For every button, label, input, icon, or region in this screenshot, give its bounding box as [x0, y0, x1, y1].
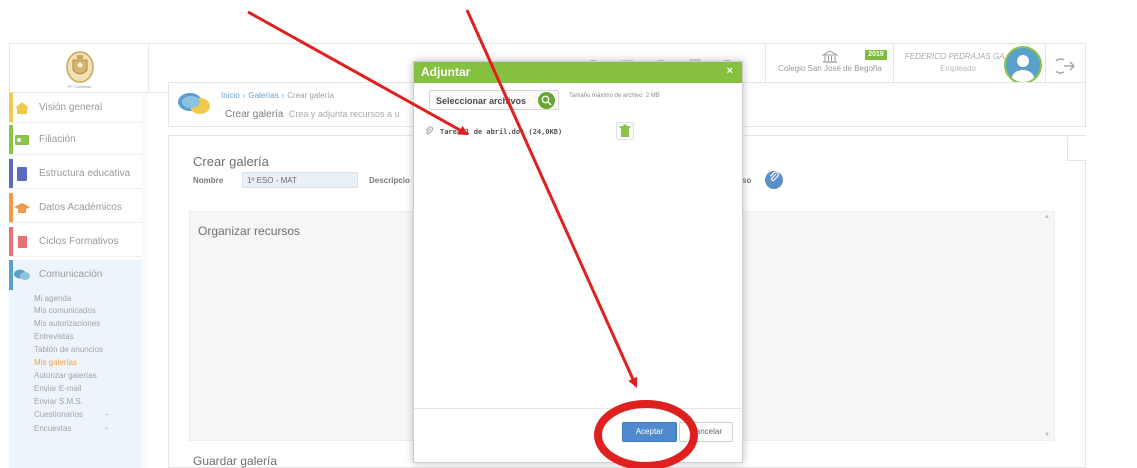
- submenu-cuestionarios[interactable]: Cuestionarios: [34, 410, 83, 419]
- chat-bubbles-icon: [178, 93, 210, 114]
- select-files-label: Seleccionar archivos: [436, 96, 527, 106]
- dialog-title: Adjuntar: [421, 65, 471, 79]
- screenshot-stage: PP Colinistas ? 2019 Colegio San José de…: [0, 0, 1137, 468]
- max-file-size-note: Tamaño máximo de archivo: 2 MB: [569, 93, 660, 99]
- graduation-cap-icon: [14, 203, 30, 213]
- user-avatar[interactable]: [1004, 46, 1042, 84]
- expand-plus-icon[interactable]: +: [104, 410, 109, 419]
- save-gallery-title: Guardar galería: [193, 454, 278, 468]
- sidebar-accent: [9, 260, 13, 290]
- breadcrumb-inicio[interactable]: Inicio: [221, 91, 240, 100]
- submenu-mis-comunicados[interactable]: Mis comunicados: [34, 306, 96, 315]
- bookmark-icon: [18, 236, 27, 248]
- breadcrumb: Inicio › Galerías › Crear galería: [221, 91, 334, 100]
- user-name[interactable]: FEDERICO PEDRAJAS GA...: [903, 52, 1013, 61]
- sidebar-accent: [9, 125, 13, 154]
- sidebar-item-label: Filiación: [39, 134, 76, 145]
- breadcrumb-current: Crear galería: [287, 91, 334, 100]
- sidebar-item-datos-academicos[interactable]: Datos Académicos: [9, 193, 142, 223]
- sidebar-item-vision-general[interactable]: Visión general: [9, 93, 142, 123]
- submenu-encuestas[interactable]: Encuestas: [34, 424, 71, 433]
- sidebar-item-label: Estructura educativa: [39, 168, 131, 179]
- delete-file-button[interactable]: [616, 122, 634, 140]
- trash-icon: [620, 124, 630, 137]
- breadcrumb-galerias[interactable]: Galerías: [248, 91, 278, 100]
- submenu-entrevistas[interactable]: Entrevistas: [34, 332, 74, 341]
- logo-cell: PP Colinistas: [10, 44, 149, 92]
- scroll-down-icon[interactable]: ▼: [1044, 432, 1050, 438]
- id-card-icon: [15, 135, 29, 145]
- sidebar-accent: [9, 227, 13, 256]
- chat-bubbles-icon: [14, 269, 30, 280]
- paperclip-icon: [424, 126, 434, 138]
- attached-file-name[interactable]: Tarea 1 de abril.doc (24,0KB): [440, 128, 562, 136]
- submenu-enviar-sms[interactable]: Enviar S.M.S.: [34, 397, 83, 406]
- user-role: Empleado: [939, 64, 977, 73]
- sidebar-item-comunicacion[interactable]: Comunicación: [9, 260, 142, 290]
- home-icon: [15, 102, 29, 114]
- sidebar-item-label: Datos Académicos: [39, 202, 122, 213]
- sidebar-item-label: Comunicación: [39, 269, 103, 280]
- submenu-tablon-de-anuncios[interactable]: Tablón de anuncios: [34, 345, 103, 354]
- sidebar-item-filiacion[interactable]: Filiación: [9, 125, 142, 155]
- page-subtitle: Crea y adjunta recursos a u: [288, 109, 400, 119]
- descripcion-label: Descripcio: [369, 176, 410, 185]
- sidebar: Visión general Filiación Estructura educ…: [9, 93, 148, 468]
- recurso-label: so: [742, 176, 752, 185]
- school-crest-logo[interactable]: [64, 50, 96, 84]
- accept-button[interactable]: Aceptar: [622, 422, 677, 442]
- submenu-mis-autorizaciones[interactable]: Mis autorizaciones: [34, 319, 100, 328]
- form-title: Crear galería: [193, 154, 269, 169]
- sidebar-item-estructura-educativa[interactable]: Estructura educativa: [9, 159, 142, 189]
- paperclip-icon: [770, 171, 779, 181]
- submenu-mi-agenda[interactable]: Mi agenda: [34, 294, 71, 303]
- close-icon[interactable]: ×: [727, 65, 733, 77]
- organize-resources-title: Organizar recursos: [198, 224, 301, 238]
- sidebar-accent: [9, 193, 13, 222]
- breadcrumb-separator: ›: [281, 91, 285, 100]
- dialog-header: Adjuntar ×: [414, 62, 742, 83]
- panel-tab-corner: [1067, 137, 1086, 161]
- comunicacion-section: Comunicación Mi agenda Mis comunicados M…: [9, 260, 142, 468]
- year-badge[interactable]: 2019: [865, 50, 887, 60]
- submenu-autorizar-galerias[interactable]: Autorizar galerías: [34, 371, 97, 380]
- sidebar-accent: [9, 93, 13, 122]
- breadcrumb-separator: ›: [242, 91, 246, 100]
- sidebar-accent: [9, 159, 13, 188]
- nombre-input[interactable]: [242, 172, 358, 188]
- logo-caption: PP Colinistas: [67, 84, 92, 89]
- sidebar-item-ciclos-formativos[interactable]: Ciclos Formativos: [9, 227, 142, 257]
- logout-icon[interactable]: [1052, 56, 1076, 81]
- school-name[interactable]: Colegio San José de Begoña: [776, 64, 884, 73]
- sidebar-item-label: Ciclos Formativos: [39, 236, 119, 247]
- sidebar-scrollbar[interactable]: [142, 93, 148, 468]
- cancel-button[interactable]: Cancelar: [679, 422, 733, 442]
- book-icon: [17, 167, 27, 181]
- scroll-up-icon[interactable]: ▲: [1044, 214, 1050, 220]
- submenu-mis-galerias[interactable]: Mis galerías: [34, 358, 77, 367]
- attach-button[interactable]: [765, 171, 783, 189]
- select-files-button[interactable]: Seleccionar archivos: [429, 90, 559, 110]
- page-title: Crear galería Crea y adjunta recursos a …: [225, 109, 399, 120]
- dialog-footer: Aceptar Cancelar: [414, 408, 742, 462]
- nombre-label: Nombre: [193, 176, 224, 185]
- attached-file-row: Tarea 1 de abril.doc (24,0KB): [424, 126, 724, 140]
- magnifier-icon: [538, 92, 555, 109]
- page-title-text: Crear galería: [225, 109, 284, 120]
- sidebar-item-label: Visión general: [39, 102, 103, 113]
- expand-plus-icon[interactable]: +: [104, 424, 109, 433]
- attach-dialog: Adjuntar × Seleccionar archivos Tamaño m…: [413, 61, 743, 463]
- submenu-enviar-email[interactable]: Enviar E-mail: [34, 384, 82, 393]
